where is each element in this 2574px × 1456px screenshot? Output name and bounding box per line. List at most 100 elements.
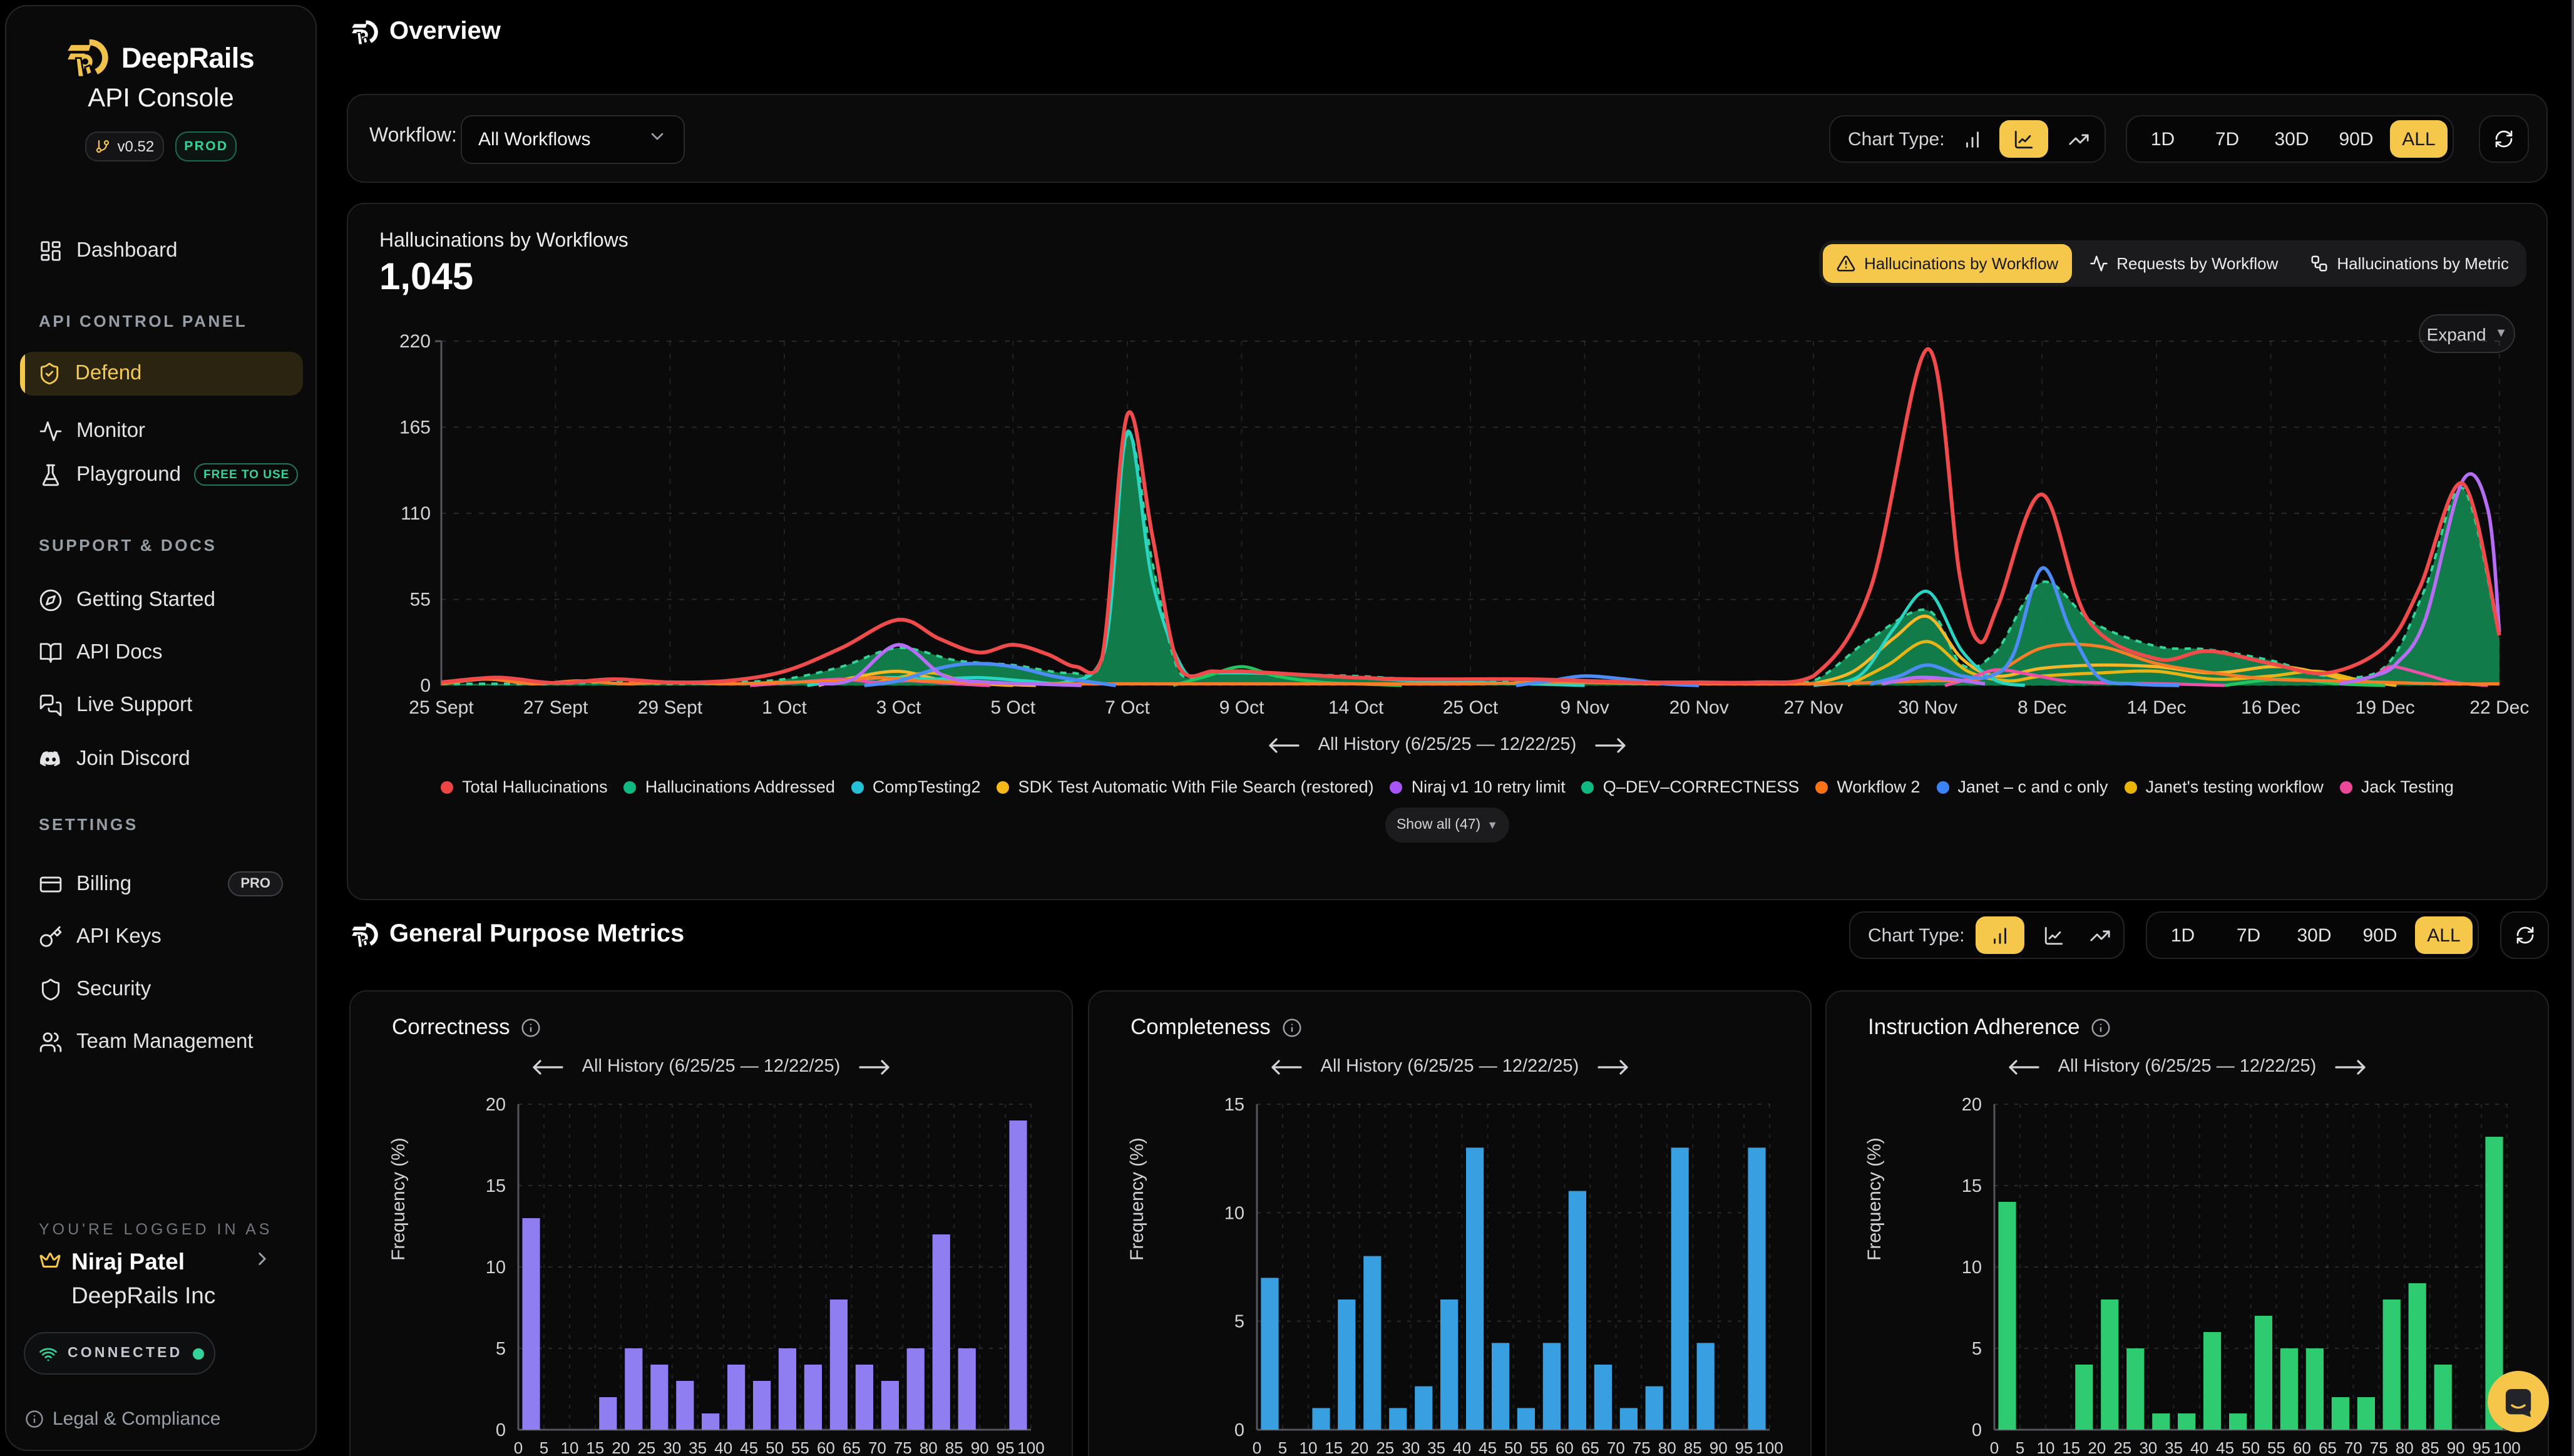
svg-text:110: 110	[401, 503, 431, 524]
svg-text:19 Dec: 19 Dec	[2356, 697, 2415, 718]
svg-text:25 Sept: 25 Sept	[409, 697, 474, 718]
svg-text:15: 15	[1224, 1095, 1244, 1115]
svg-text:9 Nov: 9 Nov	[1560, 697, 1609, 718]
svg-text:30: 30	[663, 1438, 681, 1456]
svg-text:50: 50	[2242, 1438, 2260, 1456]
svg-text:55: 55	[791, 1438, 809, 1456]
svg-text:27 Sept: 27 Sept	[523, 697, 588, 718]
svg-text:8 Dec: 8 Dec	[2018, 697, 2066, 718]
svg-text:95: 95	[2473, 1438, 2491, 1456]
svg-text:30: 30	[2139, 1438, 2157, 1456]
svg-text:80: 80	[1658, 1438, 1676, 1456]
svg-text:75: 75	[1633, 1438, 1651, 1456]
svg-text:75: 75	[2370, 1438, 2388, 1456]
svg-text:95: 95	[1735, 1438, 1753, 1456]
svg-text:0: 0	[496, 1420, 506, 1440]
svg-text:40: 40	[714, 1438, 732, 1456]
svg-text:20: 20	[2088, 1438, 2106, 1456]
svg-text:60: 60	[1556, 1438, 1574, 1456]
svg-text:45: 45	[2216, 1438, 2234, 1456]
svg-text:25: 25	[2113, 1438, 2131, 1456]
svg-text:220: 220	[399, 331, 431, 352]
svg-text:20: 20	[486, 1095, 506, 1115]
svg-text:0: 0	[1253, 1438, 1261, 1456]
svg-text:0: 0	[420, 675, 431, 696]
svg-text:65: 65	[843, 1438, 861, 1456]
svg-text:1 Oct: 1 Oct	[762, 697, 807, 718]
svg-text:7 Oct: 7 Oct	[1105, 697, 1150, 718]
svg-text:65: 65	[2319, 1438, 2337, 1456]
svg-text:15: 15	[486, 1176, 506, 1196]
svg-text:15: 15	[1962, 1176, 1982, 1196]
svg-text:40: 40	[2190, 1438, 2208, 1456]
svg-text:14 Oct: 14 Oct	[1328, 697, 1384, 718]
svg-text:15: 15	[2062, 1438, 2080, 1456]
svg-text:25 Oct: 25 Oct	[1443, 697, 1499, 718]
svg-text:70: 70	[2344, 1438, 2362, 1456]
svg-text:10: 10	[1224, 1203, 1244, 1223]
svg-text:40: 40	[1453, 1438, 1471, 1456]
svg-text:30 Nov: 30 Nov	[1898, 697, 1957, 718]
svg-text:20: 20	[1350, 1438, 1368, 1456]
svg-text:70: 70	[1607, 1438, 1625, 1456]
svg-text:35: 35	[1427, 1438, 1445, 1456]
svg-text:20: 20	[612, 1438, 630, 1456]
svg-text:80: 80	[920, 1438, 938, 1456]
svg-text:85: 85	[2421, 1438, 2439, 1456]
svg-text:80: 80	[2396, 1438, 2414, 1456]
svg-text:22 Dec: 22 Dec	[2469, 697, 2529, 718]
svg-text:5: 5	[1972, 1339, 1982, 1359]
svg-text:5 Oct: 5 Oct	[990, 697, 1035, 718]
svg-text:65: 65	[1581, 1438, 1599, 1456]
svg-text:50: 50	[1504, 1438, 1522, 1456]
svg-text:45: 45	[740, 1438, 758, 1456]
svg-text:35: 35	[2165, 1438, 2183, 1456]
svg-text:15: 15	[586, 1438, 604, 1456]
svg-text:10: 10	[2037, 1438, 2055, 1456]
svg-text:100: 100	[1756, 1438, 1783, 1456]
svg-text:90: 90	[2447, 1438, 2465, 1456]
svg-text:30: 30	[1402, 1438, 1420, 1456]
svg-text:50: 50	[766, 1438, 784, 1456]
svg-text:55: 55	[410, 590, 431, 610]
svg-text:90: 90	[971, 1438, 989, 1456]
svg-text:16 Dec: 16 Dec	[2241, 697, 2300, 718]
svg-text:55: 55	[2267, 1438, 2285, 1456]
svg-text:100: 100	[2493, 1438, 2520, 1456]
svg-text:20: 20	[1962, 1095, 1982, 1115]
svg-text:0: 0	[1990, 1438, 1999, 1456]
svg-text:75: 75	[894, 1438, 912, 1456]
svg-text:5: 5	[540, 1438, 548, 1456]
svg-text:20 Nov: 20 Nov	[1669, 697, 1729, 718]
svg-text:10: 10	[1962, 1258, 1982, 1278]
svg-text:85: 85	[1684, 1438, 1702, 1456]
svg-text:35: 35	[689, 1438, 707, 1456]
svg-text:95: 95	[997, 1438, 1015, 1456]
svg-text:90: 90	[1710, 1438, 1728, 1456]
svg-text:60: 60	[817, 1438, 835, 1456]
svg-text:27 Nov: 27 Nov	[1783, 697, 1843, 718]
svg-text:0: 0	[1972, 1420, 1982, 1440]
svg-text:165: 165	[399, 417, 431, 438]
svg-text:25: 25	[637, 1438, 655, 1456]
svg-text:5: 5	[2016, 1438, 2024, 1456]
svg-text:10: 10	[561, 1438, 579, 1456]
svg-text:70: 70	[868, 1438, 886, 1456]
svg-text:5: 5	[1234, 1312, 1244, 1332]
svg-text:25: 25	[1376, 1438, 1394, 1456]
svg-text:45: 45	[1479, 1438, 1497, 1456]
svg-text:10: 10	[486, 1258, 506, 1278]
svg-text:60: 60	[2293, 1438, 2311, 1456]
svg-text:0: 0	[514, 1438, 523, 1456]
svg-text:5: 5	[496, 1339, 506, 1359]
svg-text:85: 85	[945, 1438, 963, 1456]
svg-text:0: 0	[1234, 1420, 1244, 1440]
svg-text:3 Oct: 3 Oct	[876, 697, 921, 718]
svg-text:29 Sept: 29 Sept	[638, 697, 703, 718]
svg-text:100: 100	[1017, 1438, 1044, 1456]
svg-text:10: 10	[1300, 1438, 1318, 1456]
svg-text:5: 5	[1278, 1438, 1287, 1456]
svg-text:15: 15	[1325, 1438, 1343, 1456]
svg-text:55: 55	[1530, 1438, 1548, 1456]
svg-text:14 Dec: 14 Dec	[2126, 697, 2186, 718]
